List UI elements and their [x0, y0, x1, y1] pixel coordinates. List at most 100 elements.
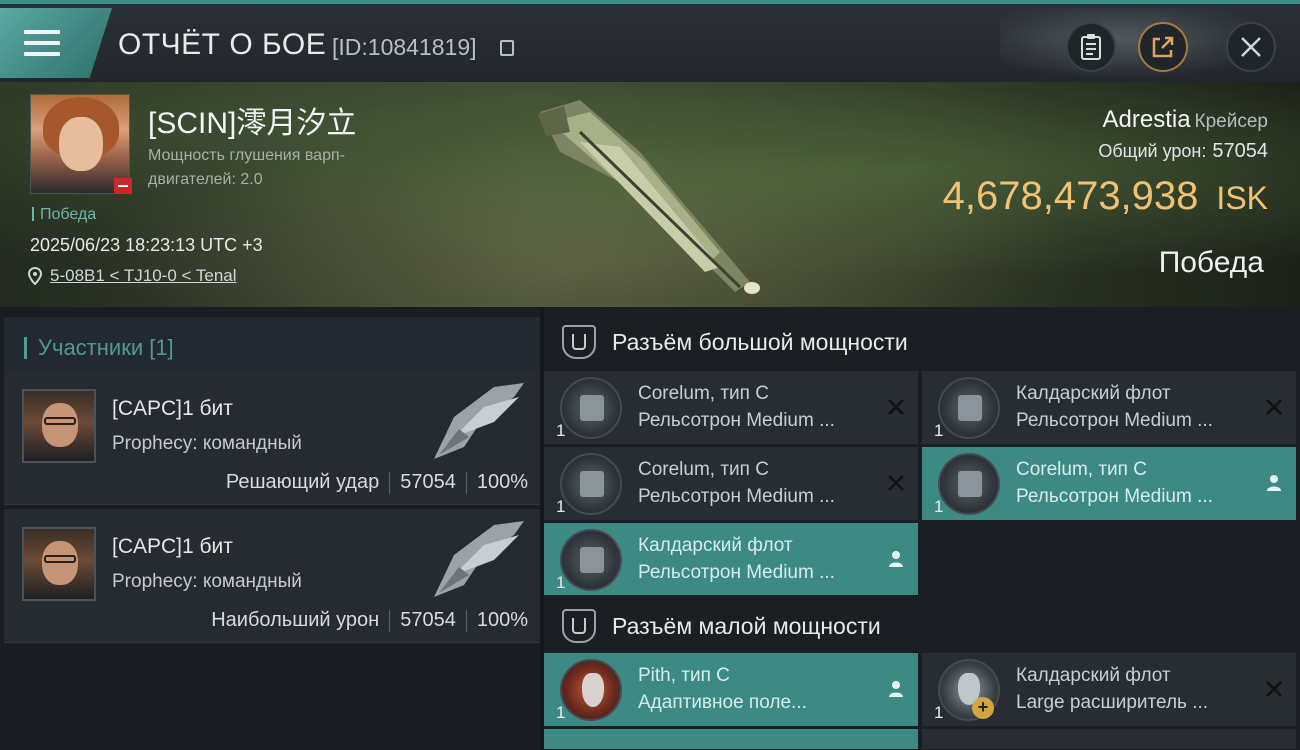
module-name-line2: Адаптивное поле...	[638, 692, 807, 713]
module-item[interactable]: 1 Corelum, тип C Рельсотрон Medium ...	[922, 447, 1296, 521]
page-title: ОТЧЁТ О БОЕ	[118, 28, 327, 61]
close-button[interactable]	[1226, 22, 1276, 72]
participant-stats: Наибольший урон 57054 100%	[211, 609, 528, 632]
module-name-line2: Рельсотрон Medium ...	[638, 410, 835, 431]
victim-banner: [SCIN]澪月汐立 Мощность глушения варп-двигат…	[0, 82, 1300, 307]
report-id: [ID:10841819]	[332, 34, 477, 60]
low-slot-header: Разъём малой мощности	[544, 595, 1300, 657]
victim-ship: Adrestia Крейсер	[1103, 106, 1269, 134]
person-icon	[889, 551, 903, 567]
module-quantity: 1	[556, 421, 566, 440]
share-icon	[1152, 36, 1174, 58]
high-slot-title: Разъём большой мощности	[612, 328, 908, 355]
clipboard-button[interactable]	[1066, 22, 1116, 72]
standing-minus-icon	[114, 178, 132, 194]
participants-panel: Участники [1] [CAPC]1 бит Prophecy: кома…	[0, 307, 540, 750]
participant-avatar[interactable]	[22, 527, 96, 601]
close-icon	[1241, 37, 1261, 57]
module-quantity: 1	[556, 703, 566, 722]
participants-title: Участники [1]	[38, 335, 174, 360]
module-quantity: 1	[556, 497, 566, 516]
person-icon	[1267, 475, 1281, 491]
isk-unit: ISK	[1216, 180, 1268, 216]
copy-icon[interactable]	[500, 40, 514, 56]
total-damage-label: Общий урон:	[1098, 141, 1207, 161]
participant-ship-image	[434, 521, 524, 597]
module-item[interactable]: 1 Калдарский флот Рельсотрон Medium ...	[922, 371, 1296, 445]
participant-card[interactable]: [CAPC]1 бит Prophecy: командный Наибольш…	[4, 509, 540, 643]
module-item[interactable]: 1 Corelum, тип C Рельсотрон Medium ...	[544, 447, 918, 521]
participant-name: [CAPC]1 бит	[112, 397, 233, 420]
module-quantity: 1	[934, 703, 944, 722]
person-icon	[889, 681, 903, 697]
module-name-line1: Corelum, тип C	[638, 383, 769, 404]
participant-name: [CAPC]1 бит	[112, 535, 233, 558]
module-name-line1: Калдарский флот	[1016, 383, 1171, 404]
participant-ship: Prophecy: командный	[112, 571, 302, 592]
battle-result: Победа	[1158, 246, 1264, 279]
railgun-icon	[560, 529, 622, 591]
victim-attribute: Мощность глушения варп-двигателей: 2.0	[148, 147, 345, 188]
module-name-line2: Рельсотрон Medium ...	[1016, 410, 1213, 431]
participant-role: Решающий удар	[225, 471, 380, 493]
ship-name[interactable]: Adrestia	[1103, 106, 1191, 133]
participant-avatar[interactable]	[22, 389, 96, 463]
module-quantity: 1	[556, 573, 566, 592]
total-damage: Общий урон: 57054	[1098, 140, 1268, 163]
module-name-line2: Рельсотрон Medium ...	[638, 562, 835, 583]
participant-ship-image	[434, 383, 524, 459]
location-pin-icon	[28, 267, 42, 285]
kill-location[interactable]: 5-08B1 < TJ10-0 < Tenal	[28, 266, 237, 286]
victim-name[interactable]: [SCIN]澪月汐立	[148, 98, 356, 142]
destroyed-icon	[888, 399, 904, 415]
isk-amount: 4,678,473,938	[942, 174, 1199, 218]
low-slot-icon	[562, 609, 596, 643]
participant-card[interactable]: [CAPC]1 бит Prophecy: командный Решающий…	[4, 371, 540, 505]
low-slot-title: Разъём малой мощности	[612, 612, 881, 639]
destroyed-icon	[1266, 399, 1282, 415]
fitting-panel: Разъём большой мощности 1 Corelum, тип C…	[544, 307, 1300, 750]
plus-icon: +	[972, 697, 994, 719]
ship-class: Крейсер	[1194, 111, 1268, 132]
module-item[interactable]: 1 Corelum, тип C Рельсотрон Medium ...	[544, 371, 918, 445]
top-bar: ОТЧЁТ О БОЕ [ID:10841819]	[0, 0, 1300, 86]
share-button[interactable]	[1138, 22, 1188, 72]
participants-header[interactable]: Участники [1]	[4, 317, 540, 373]
clipboard-icon	[1081, 34, 1101, 60]
participant-role: Наибольший урон	[211, 609, 380, 631]
participant-percent: 100%	[476, 471, 528, 493]
module-item[interactable]: 1 Pith, тип C Адаптивное поле...	[544, 653, 918, 727]
module-item[interactable]: + 1 Калдарский флот Large расширитель ..…	[922, 653, 1296, 727]
module-name-line1: Калдарский флот	[1016, 665, 1171, 686]
total-damage-value: 57054	[1212, 140, 1268, 162]
victim-ship-image	[538, 100, 760, 294]
module-item-partial[interactable]	[544, 729, 918, 750]
participant-damage: 57054	[400, 609, 456, 631]
victim-status: Победа	[32, 206, 96, 224]
module-name-line1: Pith, тип C	[638, 665, 730, 686]
kill-datetime: 2025/06/23 18:23:13 UTC +3	[30, 235, 263, 255]
participant-stats: Решающий удар 57054 100%	[226, 471, 528, 494]
module-name-line2: Рельсотрон Medium ...	[638, 486, 835, 507]
participant-percent: 100%	[476, 609, 528, 631]
railgun-icon	[560, 377, 622, 439]
high-slot-header: Разъём большой мощности	[544, 311, 1300, 373]
module-name-line2: Рельсотрон Medium ...	[1016, 486, 1213, 507]
location-link[interactable]: 5-08B1 < TJ10-0 < Tenal	[50, 266, 237, 286]
module-item[interactable]: 1 Калдарский флот Рельсотрон Medium ...	[544, 523, 918, 597]
shield-hardener-icon	[560, 659, 622, 721]
module-name-line1: Corelum, тип C	[638, 459, 769, 480]
module-quantity: 1	[934, 421, 944, 440]
participant-ship: Prophecy: командный	[112, 433, 302, 454]
railgun-icon	[938, 377, 1000, 439]
module-name-line1: Калдарский флот	[638, 535, 793, 556]
hamburger-menu-icon	[24, 30, 60, 58]
railgun-icon	[560, 453, 622, 515]
module-item-partial[interactable]	[922, 729, 1296, 750]
high-slot-icon	[562, 325, 596, 359]
destroyed-icon	[1266, 681, 1282, 697]
destroyed-icon	[888, 475, 904, 491]
module-name-line2: Large расширитель ...	[1016, 692, 1209, 713]
menu-button[interactable]	[0, 8, 112, 78]
isk-value: 4,678,473,938 ISK	[943, 174, 1268, 219]
